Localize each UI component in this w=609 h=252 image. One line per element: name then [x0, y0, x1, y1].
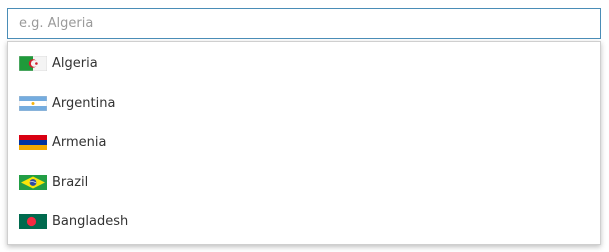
- country-autocomplete: Algeria Argentina Armenia: [7, 8, 601, 245]
- option-argentina[interactable]: Argentina: [8, 84, 600, 124]
- argentina-flag-icon: [19, 95, 47, 111]
- option-brazil[interactable]: Brazil: [8, 163, 600, 203]
- option-bangladesh[interactable]: Bangladesh: [8, 202, 600, 242]
- bangladesh-flag-icon: [19, 214, 47, 230]
- armenia-flag-icon: [19, 135, 47, 151]
- option-label: Argentina: [52, 95, 116, 111]
- algeria-flag-icon: [19, 56, 47, 72]
- option-label: Algeria: [52, 56, 98, 72]
- suggestions-dropdown: Algeria Argentina Armenia Brazil Banglad…: [7, 41, 601, 245]
- option-label: Bangladesh: [52, 214, 129, 230]
- brazil-flag-icon: [19, 174, 47, 190]
- search-box[interactable]: [7, 8, 601, 39]
- option-algeria[interactable]: Algeria: [8, 44, 600, 84]
- country-search-input[interactable]: [8, 9, 600, 38]
- option-armenia[interactable]: Armenia: [8, 123, 600, 163]
- option-label: Brazil: [52, 174, 89, 190]
- option-label: Armenia: [52, 135, 107, 151]
